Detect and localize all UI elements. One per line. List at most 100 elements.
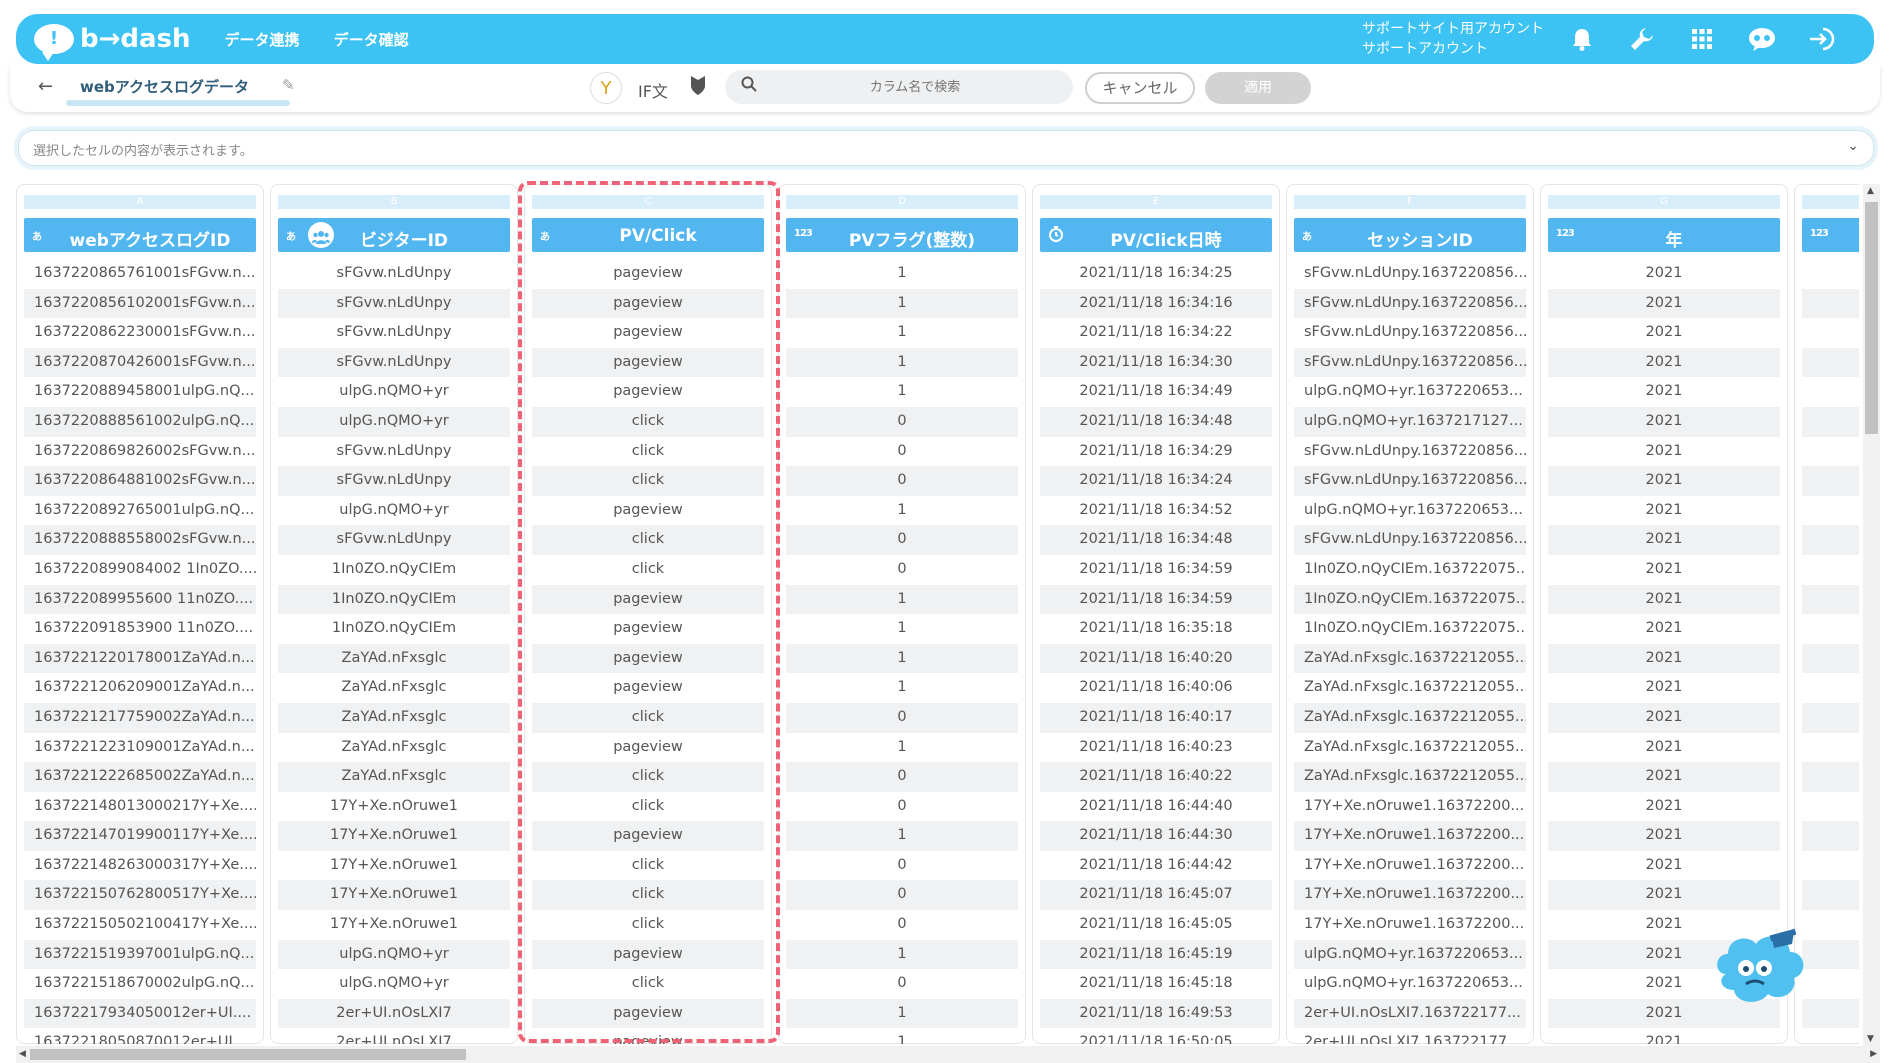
- apply-button[interactable]: 適用: [1205, 72, 1311, 104]
- horizontal-scrollbar[interactable]: ◀ ▶: [16, 1046, 1880, 1063]
- table-cell[interactable]: click: [532, 969, 764, 999]
- table-cell[interactable]: 0: [786, 851, 1018, 881]
- table-cell[interactable]: 2021/11/18 16:34:52: [1040, 496, 1272, 526]
- column-header[interactable]: 123 PVフラグ(整数): [786, 218, 1018, 252]
- table-cell[interactable]: 1: [786, 821, 1018, 851]
- table-cell[interactable]: 17Y+Xe.nOruwe1: [278, 821, 510, 851]
- table-cell[interactable]: pageview: [532, 496, 764, 526]
- table-cell[interactable]: [1802, 851, 1859, 881]
- bell-icon[interactable]: [1566, 23, 1598, 55]
- table-cell[interactable]: pageview: [532, 821, 764, 851]
- table-cell[interactable]: sFGvw.nLdUnpy: [278, 259, 510, 289]
- table-cell[interactable]: 163722150762800517Y+Xe....: [24, 880, 256, 911]
- column-header[interactable]: あ webアクセスログID: [24, 218, 256, 252]
- table-cell[interactable]: 2021: [1548, 643, 1780, 674]
- table-cell[interactable]: 1In0ZO.nQyCIEm: [278, 584, 510, 615]
- vertical-scroll-thumb[interactable]: [1865, 202, 1878, 434]
- table-cell[interactable]: 2021/11/18 16:40:06: [1040, 673, 1272, 703]
- table-cell[interactable]: 17Y+Xe.nOruwe1.16372200...: [1294, 821, 1526, 851]
- table-cell[interactable]: 1In0ZO.nQyCIEm.163722075...: [1294, 584, 1526, 615]
- table-cell[interactable]: sFGvw.nLdUnpy.1637220856...: [1294, 525, 1526, 555]
- table-cell[interactable]: click: [532, 466, 764, 496]
- vertical-scrollbar[interactable]: ▲ ▼: [1863, 184, 1880, 1046]
- column-header[interactable]: 123 年: [1548, 218, 1780, 252]
- table-cell[interactable]: ZaYAd.nFxsglc: [278, 733, 510, 763]
- table-cell[interactable]: 163722148013000217Y+Xe....: [24, 792, 256, 822]
- chat-bot-icon[interactable]: [1746, 23, 1778, 55]
- table-cell[interactable]: 17Y+Xe.nOruwe1.16372200...: [1294, 910, 1526, 940]
- table-cell[interactable]: ulpG.nQMO+yr.1637220653...: [1294, 496, 1526, 526]
- table-cell[interactable]: 2021/11/18 16:40:22: [1040, 762, 1272, 792]
- column-letter[interactable]: D: [786, 195, 1018, 209]
- table-cell[interactable]: 2021/11/18 16:49:53: [1040, 998, 1272, 1029]
- table-cell[interactable]: 2021/11/18 16:44:40: [1040, 792, 1272, 822]
- table-cell[interactable]: 17Y+Xe.nOruwe1: [278, 851, 510, 881]
- table-cell[interactable]: 1637220888561002ulpG.nQ...: [24, 406, 256, 437]
- table-cell[interactable]: sFGvw.nLdUnpy: [278, 288, 510, 319]
- table-cell[interactable]: click: [532, 910, 764, 940]
- table-cell[interactable]: [1802, 466, 1859, 496]
- table-cell[interactable]: 2er+UI.nOsLXI7: [278, 998, 510, 1029]
- table-cell[interactable]: 0: [786, 437, 1018, 467]
- column-letter[interactable]: F: [1294, 195, 1526, 209]
- table-cell[interactable]: 1637221518670002ulpG.nQ...: [24, 969, 256, 999]
- filter-shield-icon[interactable]: [690, 74, 706, 100]
- table-cell[interactable]: 163722089955600 11n0ZO....: [24, 584, 256, 615]
- table-cell[interactable]: 2021: [1548, 614, 1780, 644]
- table-cell[interactable]: 0: [786, 880, 1018, 911]
- table-cell[interactable]: 2021: [1548, 318, 1780, 348]
- brand-logo[interactable]: ! b→dash: [34, 24, 191, 61]
- table-cell[interactable]: 2021: [1548, 496, 1780, 526]
- table-cell[interactable]: pageview: [532, 347, 764, 378]
- scroll-left-arrow-icon[interactable]: ◀: [19, 1049, 26, 1059]
- table-cell[interactable]: 2er+UI.nOsLXI7: [278, 1028, 510, 1044]
- table-cell[interactable]: click: [532, 702, 764, 733]
- table-cell[interactable]: [1802, 555, 1859, 585]
- table-cell[interactable]: [1802, 762, 1859, 792]
- table-cell[interactable]: [1802, 821, 1859, 851]
- table-cell[interactable]: 2021: [1548, 406, 1780, 437]
- table-cell[interactable]: ulpG.nQMO+yr.1637220653...: [1294, 939, 1526, 970]
- table-cell[interactable]: 2021/11/18 16:34:48: [1040, 406, 1272, 437]
- table-cell[interactable]: 2021/11/18 16:35:18: [1040, 614, 1272, 644]
- if-statement-button[interactable]: IF文: [638, 78, 668, 102]
- column-letter[interactable]: C: [532, 195, 764, 209]
- table-cell[interactable]: 1In0ZO.nQyCIEm.163722075...: [1294, 555, 1526, 585]
- table-cell[interactable]: ulpG.nQMO+yr: [278, 406, 510, 437]
- table-cell[interactable]: 2021/11/18 16:40:20: [1040, 643, 1272, 674]
- table-cell[interactable]: 0: [786, 910, 1018, 940]
- table-cell[interactable]: 0: [786, 406, 1018, 437]
- table-cell[interactable]: 2021/11/18 16:44:42: [1040, 851, 1272, 881]
- table-cell[interactable]: [1802, 673, 1859, 703]
- table-cell[interactable]: 2021/11/18 16:40:23: [1040, 733, 1272, 763]
- table-cell[interactable]: 1In0ZO.nQyCIEm: [278, 614, 510, 644]
- table-cell[interactable]: 1637220862230001sFGvw.n...: [24, 318, 256, 348]
- table-cell[interactable]: 0: [786, 702, 1018, 733]
- table-cell[interactable]: 163722150502100417Y+Xe....: [24, 910, 256, 940]
- table-cell[interactable]: ulpG.nQMO+yr: [278, 377, 510, 407]
- table-cell[interactable]: ulpG.nQMO+yr: [278, 496, 510, 526]
- table-cell[interactable]: [1802, 733, 1859, 763]
- cancel-button[interactable]: キャンセル: [1085, 72, 1195, 104]
- table-cell[interactable]: ZaYAd.nFxsglc.16372212055...: [1294, 762, 1526, 792]
- table-cell[interactable]: 1637221222685002ZaYAd.n...: [24, 762, 256, 792]
- column-search-box[interactable]: [725, 70, 1073, 104]
- table-cell[interactable]: 2021: [1548, 880, 1780, 911]
- table-cell[interactable]: 2021: [1548, 1028, 1780, 1044]
- table-cell[interactable]: 2021/11/18 16:45:07: [1040, 880, 1272, 911]
- table-cell[interactable]: click: [532, 437, 764, 467]
- wrench-icon[interactable]: [1626, 23, 1658, 55]
- if-branch-icon[interactable]: Y: [590, 72, 622, 104]
- table-cell[interactable]: 2021/11/18 16:34:24: [1040, 466, 1272, 496]
- scroll-up-arrow-icon[interactable]: ▲: [1867, 186, 1874, 196]
- table-cell[interactable]: 1: [786, 939, 1018, 970]
- table-cell[interactable]: [1802, 406, 1859, 437]
- table-cell[interactable]: 1In0ZO.nQyCIEm: [278, 555, 510, 585]
- table-cell[interactable]: 163722091853900 11n0ZO....: [24, 614, 256, 644]
- table-cell[interactable]: pageview: [532, 673, 764, 703]
- table-cell[interactable]: 2021/11/18 16:44:30: [1040, 821, 1272, 851]
- table-cell[interactable]: click: [532, 762, 764, 792]
- table-cell[interactable]: 17Y+Xe.nOruwe1.16372200...: [1294, 792, 1526, 822]
- table-cell[interactable]: 2021: [1548, 437, 1780, 467]
- pencil-edit-icon[interactable]: ✎: [282, 76, 295, 94]
